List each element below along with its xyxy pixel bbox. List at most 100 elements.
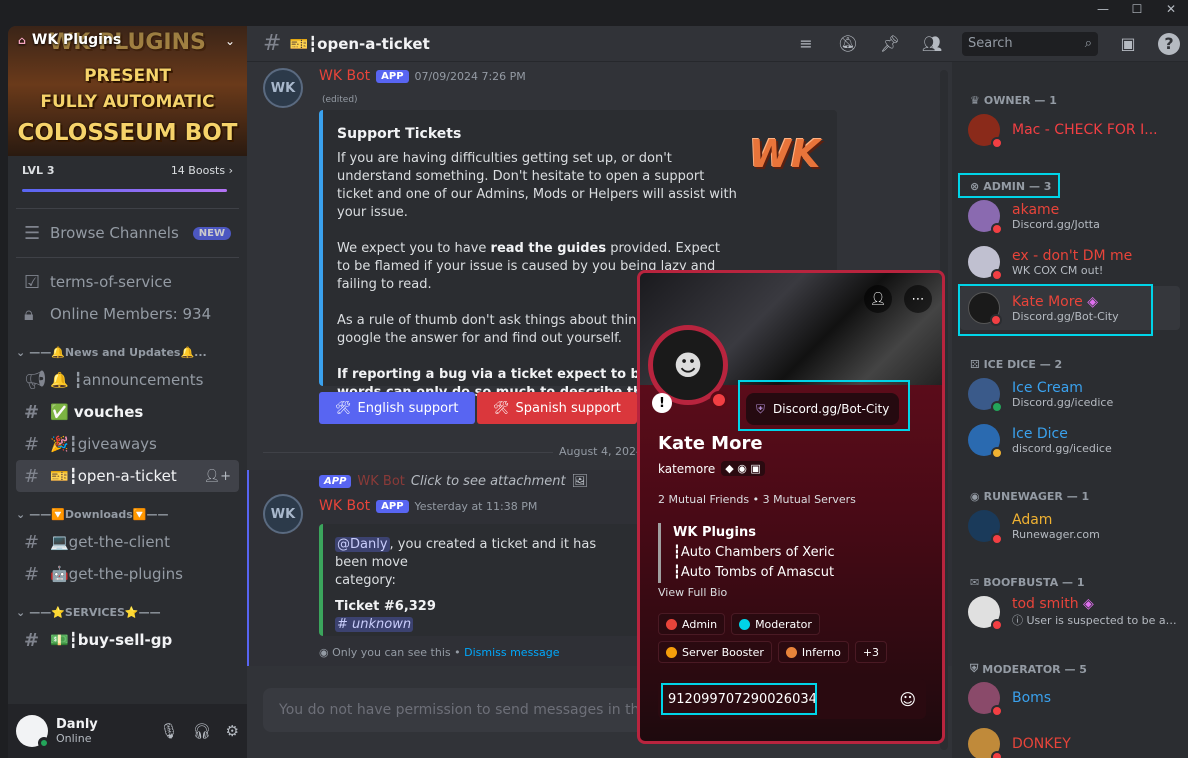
member-name: ex - don't DM me (1012, 247, 1133, 264)
banner-line-3: FULLY AUTOMATIC (40, 92, 215, 112)
server-banner[interactable]: WK PLUGINS PRESENT FULLY AUTOMATIC COLOS… (8, 26, 247, 156)
mute-bell-icon[interactable]: 🔕︎ (836, 32, 860, 56)
close-button[interactable]: ✕ (1154, 0, 1188, 18)
member-item[interactable]: DONKEY (960, 722, 1180, 758)
category-news[interactable]: ⌄ ——🔔News and Updates🔔... (8, 340, 247, 364)
more-options-icon[interactable]: ⋯ (904, 285, 932, 313)
profile-username: katemore ◆ ◉ ▣ (658, 461, 765, 476)
member-group-header: ⛨ MODERATOR — 5 (970, 662, 1087, 676)
chevron-down-icon[interactable]: ⌄ (225, 34, 235, 48)
search-input[interactable]: Search ⌕ (962, 31, 1098, 56)
dnd-status-icon (710, 391, 728, 409)
view-full-bio-link[interactable]: View Full Bio (658, 586, 727, 599)
role-inferno[interactable]: Inferno (777, 641, 849, 663)
hash-icon: # (24, 563, 40, 585)
channel-terms-of-service[interactable]: ☑ terms-of-service (16, 266, 239, 298)
members-icon[interactable]: 👥︎ (920, 32, 944, 56)
minimize-button[interactable]: — (1086, 0, 1120, 18)
english-support-button[interactable]: 🛠︎ English support (319, 392, 475, 424)
member-item[interactable]: Boms (960, 676, 1180, 720)
reply-author: WK Bot (357, 474, 405, 489)
avatar (968, 200, 1003, 235)
member-item[interactable]: akame Discord.gg/Jotta (960, 194, 1180, 238)
avatar (968, 114, 1003, 149)
avatar[interactable]: WK (263, 68, 303, 108)
user-mention[interactable]: @Danly (335, 537, 390, 552)
hash-icon: # (24, 629, 40, 651)
role-list: Admin Moderator Server Booster Inferno +… (658, 613, 934, 663)
more-roles-button[interactable]: +3 (854, 641, 888, 663)
role-server-booster[interactable]: Server Booster (658, 641, 772, 663)
tools-icon: 🛠︎ (493, 400, 510, 416)
avatar[interactable]: WK (263, 494, 303, 534)
member-item[interactable]: Adam Runewager.com (960, 504, 1180, 548)
member-item[interactable]: Mac - CHECK FOR I... (960, 108, 1180, 152)
browse-channels[interactable]: ☰ Browse Channels NEW (16, 217, 239, 249)
spanish-support-button[interactable]: 🛠︎ Spanish support (477, 392, 637, 424)
app-badge: APP (376, 69, 409, 83)
emoji-icon[interactable]: ☺ (899, 690, 916, 709)
channel-get-the-client[interactable]: # 💻get-the-client (16, 526, 239, 558)
channel-label: 💻get-the-client (50, 533, 170, 551)
boost-progress[interactable]: LVL 3 14 Boosts › (8, 156, 247, 192)
chevron-down-icon: ⌄ (16, 605, 26, 619)
channel-announcements[interactable]: 📢︎ 🔔 ┇announcements (16, 364, 239, 396)
boost-bar (22, 189, 227, 192)
browse-channels-label: Browse Channels (50, 224, 179, 242)
boost-count: 14 Boosts › (170, 164, 233, 177)
member-item[interactable]: ex - don't DM me WK COX CM out! (960, 240, 1180, 284)
header-toolbar: ≡ 🔕︎ 📌︎ 👥︎ Search ⌕ ▣ ? (790, 26, 1188, 62)
channel-online-members[interactable]: 🔒︎ Online Members: 934 (16, 298, 239, 330)
channel-buy-sell-gp[interactable]: # 💵┇buy-sell-gp (16, 624, 239, 656)
channel-open-a-ticket[interactable]: # 🎫┇open-a-ticket 👤︎+ (16, 460, 239, 492)
help-icon[interactable]: ? (1158, 32, 1180, 55)
category-downloads[interactable]: ⌄ ——🔽Downloads🔽—— (8, 502, 247, 526)
boost-level: LVL 3 (22, 164, 55, 177)
member-item[interactable]: Ice Dice discord.gg/icedice (960, 418, 1180, 462)
warning-badge-icon: ! (652, 393, 672, 413)
threads-icon[interactable]: ≡ (794, 32, 818, 56)
channel-label: 🎉┇giveaways (50, 435, 157, 453)
role-moderator[interactable]: Moderator (731, 613, 820, 635)
avatar (968, 378, 1003, 413)
ticket-number: Ticket #6,329 (335, 599, 436, 614)
profile-message-input[interactable]: 912099707290026034 ☺ (658, 679, 926, 719)
profile-bio: WK Plugins ┇Auto Chambers of Xeric ┇Auto… (658, 523, 835, 583)
author-name[interactable]: WK Bot (319, 498, 370, 514)
gear-icon[interactable]: ⚙︎ (226, 722, 239, 740)
pin-icon[interactable]: 📌︎ (878, 32, 902, 56)
avatar (968, 424, 1003, 459)
member-status: Runewager.com (1012, 527, 1100, 541)
member-item[interactable]: Ice Cream Discord.gg/icedice (960, 372, 1180, 416)
channel-get-the-plugins[interactable]: # 🤖get-the-plugins (16, 558, 239, 590)
member-item-selected[interactable]: Kate More ◈ Discord.gg/Bot-City (960, 286, 1180, 330)
member-item[interactable]: tod smith ◈ ⓘ User is suspected to be a p… (960, 590, 1180, 634)
crown-icon: ♛ (970, 94, 980, 107)
server-name[interactable]: ⌂ WK Plugins (18, 32, 121, 48)
channel-vouches[interactable]: # ✅ vouches (16, 396, 239, 428)
unknown-channel[interactable]: # unknown (335, 616, 627, 634)
avatar[interactable] (16, 715, 50, 749)
inbox-icon[interactable]: ▣ (1116, 32, 1140, 56)
channel-label: 🤖get-the-plugins (50, 565, 183, 583)
add-friend-icon[interactable]: 👤︎ (864, 285, 892, 313)
mutual-info[interactable]: 2 Mutual Friends • 3 Mutual Servers (658, 493, 856, 506)
role-admin[interactable]: Admin (658, 613, 726, 635)
microphone-icon[interactable]: 🎙︎ (159, 722, 178, 740)
author-name[interactable]: WK Bot (319, 68, 370, 84)
hash-icon: # (24, 531, 40, 553)
invite-icon[interactable]: 👤︎+ (204, 469, 231, 484)
headphones-icon[interactable]: 🎧︎ (193, 722, 212, 740)
reply-reference[interactable]: APP WK Bot Click to see attachment 🖼︎ (319, 474, 588, 489)
ticket-embed: @Danly, you created a ticket and it has … (319, 524, 639, 636)
home-icon: ⌂ (18, 33, 26, 47)
category-services[interactable]: ⌄ ——⭐SERVICES⭐—— (8, 600, 247, 624)
member-name: Ice Cream (1012, 379, 1083, 396)
dismiss-message-link[interactable]: Dismiss message (464, 646, 559, 659)
maximize-button[interactable]: ☐ (1120, 0, 1154, 18)
server-name-label: WK Plugins (31, 32, 122, 48)
channel-label: 💵┇buy-sell-gp (50, 631, 173, 649)
banner-line-2: PRESENT (84, 66, 171, 86)
hash-icon: # (24, 433, 40, 455)
channel-giveaways[interactable]: # 🎉┇giveaways (16, 428, 239, 460)
